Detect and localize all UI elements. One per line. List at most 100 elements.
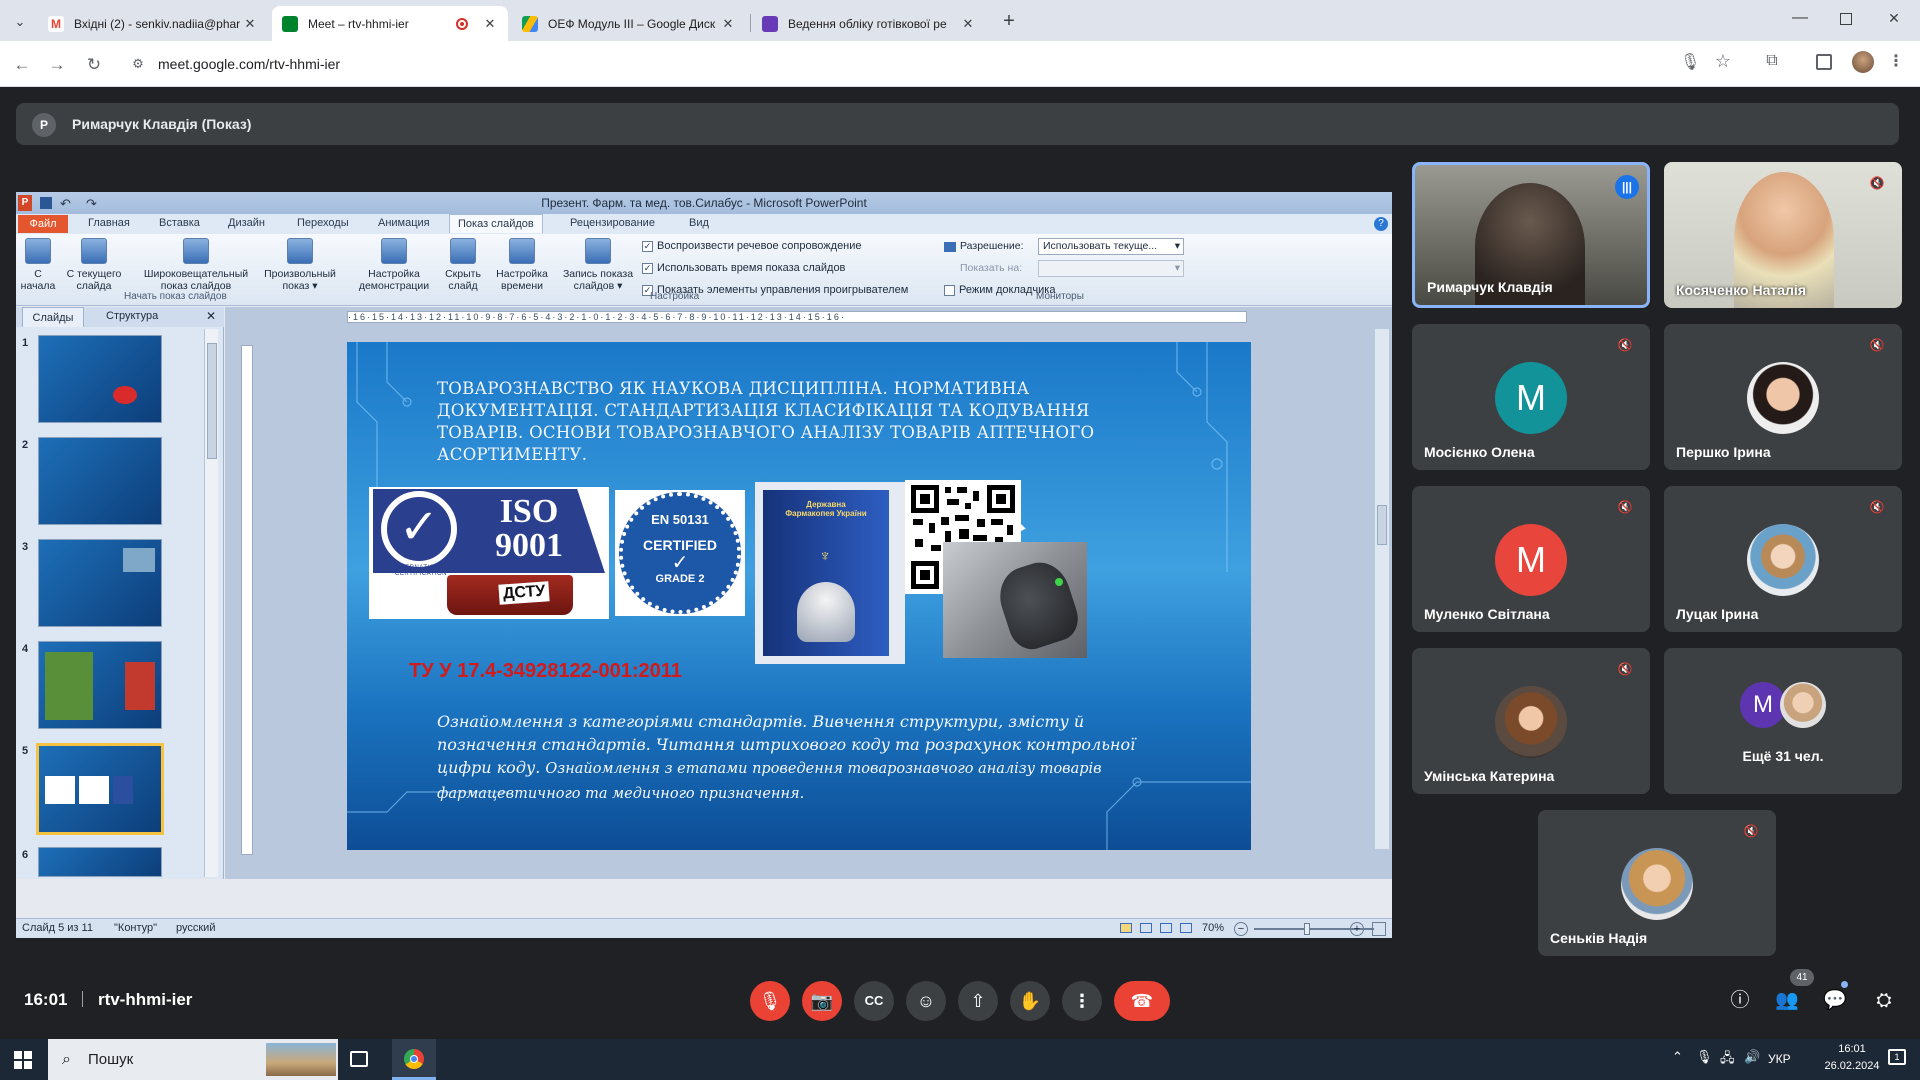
menu-icon[interactable]: ⋮ bbox=[1888, 51, 1904, 73]
ribbon-from-current-button[interactable]: С текущего слайда bbox=[62, 238, 126, 292]
normal-view-icon[interactable] bbox=[1120, 923, 1132, 933]
tray-network-icon[interactable]: 🖧 bbox=[1720, 1049, 1735, 1071]
show-on-select[interactable]: ▾ bbox=[1038, 260, 1184, 277]
ppt-tab-animation[interactable]: Анимация bbox=[378, 217, 430, 229]
notifications-icon[interactable]: 1 bbox=[1888, 1049, 1906, 1065]
close-icon[interactable]: ✕ bbox=[482, 16, 498, 32]
slide-thumbnail-selected[interactable] bbox=[36, 743, 164, 835]
participant-tile[interactable]: М 🔇 Муленко Світлана bbox=[1412, 486, 1650, 632]
participant-tile[interactable]: 🔇 Першко Ірина bbox=[1664, 324, 1902, 470]
tray-chevron-icon[interactable]: ⌃ bbox=[1672, 1049, 1683, 1065]
ribbon-record-button[interactable]: Запись показа слайдов ▾ bbox=[556, 238, 640, 292]
captions-button[interactable]: CC bbox=[854, 981, 894, 1021]
ppt-tab-design[interactable]: Дизайн bbox=[228, 217, 265, 229]
tray-volume-icon[interactable]: 🔊 bbox=[1744, 1049, 1760, 1065]
participant-tile[interactable]: М 🔇 Мосієнко Олена bbox=[1412, 324, 1650, 470]
pane-tab-slides[interactable]: Слайды bbox=[22, 307, 84, 327]
chat-icon[interactable]: 💬 bbox=[1821, 987, 1849, 1015]
leave-call-button[interactable]: ☎ bbox=[1114, 981, 1170, 1021]
ppt-tab-slideshow[interactable]: Показ слайдов bbox=[449, 214, 543, 233]
windows-start-icon[interactable] bbox=[14, 1051, 32, 1069]
back-icon[interactable]: ← bbox=[10, 53, 34, 77]
tab-search-icon[interactable]: ⌄ bbox=[8, 10, 32, 34]
ppt-tab-transitions[interactable]: Переходы bbox=[297, 217, 349, 229]
pane-tab-outline[interactable]: Структура bbox=[106, 310, 158, 322]
close-icon[interactable]: ✕ bbox=[720, 16, 736, 32]
resolution-select[interactable]: Использовать текуще... ▾ bbox=[1038, 238, 1184, 255]
participant-tile[interactable]: ||| Римарчук Клавдія bbox=[1412, 162, 1650, 308]
bookmark-star-icon[interactable]: ☆ bbox=[1712, 51, 1734, 73]
slide-canvas[interactable]: Товарознавство як наукова дисципліна. Но… bbox=[347, 342, 1251, 850]
participant-tile[interactable]: 🔇 Косяченко Наталія bbox=[1664, 162, 1902, 308]
slide-thumbnail[interactable] bbox=[38, 539, 162, 627]
ribbon-custom-show-button[interactable]: Произвольный показ ▾ bbox=[258, 238, 342, 292]
extensions-icon[interactable]: ⧉ bbox=[1762, 52, 1782, 72]
ribbon-broadcast-button[interactable]: Широковещательный показ слайдов bbox=[136, 238, 256, 292]
chrome-taskbar-icon[interactable] bbox=[392, 1039, 436, 1080]
reload-icon[interactable]: ↻ bbox=[82, 53, 106, 77]
close-icon[interactable]: ✕ bbox=[242, 16, 258, 32]
emoji-button[interactable]: ☺ bbox=[906, 981, 946, 1021]
site-info-icon[interactable]: ⚙ bbox=[128, 54, 148, 74]
ribbon-timing-button[interactable]: Настройка времени bbox=[490, 238, 554, 292]
reading-view-icon[interactable] bbox=[1160, 923, 1172, 933]
vertical-scrollbar[interactable] bbox=[1375, 329, 1389, 849]
input-language[interactable]: УКР bbox=[1768, 1052, 1791, 1066]
ribbon-from-start-button[interactable]: Сначала bbox=[20, 238, 56, 292]
redo-icon[interactable]: ↷ bbox=[86, 193, 97, 215]
taskbar-time[interactable]: 16:01 bbox=[1820, 1043, 1884, 1055]
forward-icon[interactable]: → bbox=[45, 53, 69, 77]
zoom-level[interactable]: 70% bbox=[1202, 922, 1224, 934]
save-icon[interactable] bbox=[40, 197, 52, 209]
ribbon-setup-button[interactable]: Настройка демонстрации bbox=[352, 238, 436, 292]
taskbar-date[interactable]: 26.02.2024 bbox=[1820, 1060, 1884, 1072]
participant-tile[interactable]: 🔇 Сеньків Надія bbox=[1538, 810, 1776, 956]
slide-thumbnail[interactable] bbox=[38, 641, 162, 729]
task-view-icon[interactable] bbox=[350, 1051, 368, 1067]
taskbar-search-box[interactable]: ⌕ Пошук bbox=[48, 1039, 338, 1080]
slide-thumbnail[interactable] bbox=[38, 335, 162, 423]
close-pane-icon[interactable]: ✕ bbox=[206, 309, 216, 323]
ppt-tab-home[interactable]: Главная bbox=[88, 217, 130, 229]
tab-forms[interactable]: Ведення обліку готівкової ре ✕ bbox=[752, 6, 986, 41]
tab-drive[interactable]: ОЕФ Модуль III – Google Диск ✕ bbox=[512, 6, 746, 41]
ppt-tab-insert[interactable]: Вставка bbox=[159, 217, 200, 229]
meeting-info-icon[interactable]: ⓘ bbox=[1726, 987, 1754, 1015]
microphone-icon[interactable]: 🎙 bbox=[1680, 52, 1700, 74]
slideshow-view-icon[interactable] bbox=[1180, 923, 1192, 933]
tray-mic-icon[interactable]: 🎙 bbox=[1696, 1049, 1713, 1065]
ppt-tab-review[interactable]: Рецензирование bbox=[570, 217, 655, 229]
slide-thumbnail[interactable] bbox=[38, 437, 162, 525]
status-language[interactable]: русский bbox=[176, 922, 215, 934]
participant-tile[interactable]: 🔇 Умінська Катерина bbox=[1412, 648, 1650, 794]
mic-off-button[interactable]: 🎙 bbox=[750, 981, 790, 1021]
thumbnail-scrollbar[interactable] bbox=[204, 329, 218, 877]
camera-off-button[interactable]: 📷 bbox=[802, 981, 842, 1021]
tab-gmail[interactable]: M Вхідні (2) - senkiv.nadiia@phar ✕ bbox=[38, 6, 268, 41]
activities-icon[interactable]: ⛭ bbox=[1870, 987, 1898, 1015]
new-tab-button[interactable]: + bbox=[996, 8, 1022, 34]
people-icon[interactable]: 👥 bbox=[1773, 987, 1801, 1015]
close-icon[interactable]: ✕ bbox=[960, 16, 976, 32]
zoom-out-icon[interactable]: − bbox=[1234, 922, 1248, 936]
ribbon-hide-slide-button[interactable]: Скрыть слайд bbox=[440, 238, 486, 292]
more-options-button[interactable]: ⋮ bbox=[1062, 981, 1102, 1021]
profile-avatar[interactable] bbox=[1852, 51, 1874, 73]
restore-icon[interactable] bbox=[1840, 13, 1852, 25]
minimize-icon[interactable]: — bbox=[1792, 10, 1808, 28]
help-icon[interactable]: ? bbox=[1374, 217, 1388, 231]
present-button[interactable]: ⇧ bbox=[958, 981, 998, 1021]
undo-icon[interactable]: ↶ bbox=[60, 193, 71, 215]
participant-tile[interactable]: 🔇 Луцак Ірина bbox=[1664, 486, 1902, 632]
sorter-view-icon[interactable] bbox=[1140, 923, 1152, 933]
side-panel-icon[interactable] bbox=[1816, 54, 1832, 70]
tab-meet[interactable]: Meet – rtv-hhmi-ier ✕ bbox=[272, 6, 508, 41]
fit-slide-icon[interactable] bbox=[1372, 922, 1386, 936]
ppt-tab-view[interactable]: Вид bbox=[689, 217, 709, 229]
close-window-icon[interactable]: ✕ bbox=[1886, 10, 1902, 26]
zoom-in-icon[interactable]: + bbox=[1350, 922, 1364, 936]
raise-hand-button[interactable]: ✋ bbox=[1010, 981, 1050, 1021]
checkbox-timings[interactable]: ✓ Использовать время показа слайдов bbox=[642, 262, 845, 274]
slide-thumbnail[interactable] bbox=[38, 847, 162, 877]
url-text[interactable]: meet.google.com/rtv-hhmi-ier bbox=[158, 56, 340, 72]
